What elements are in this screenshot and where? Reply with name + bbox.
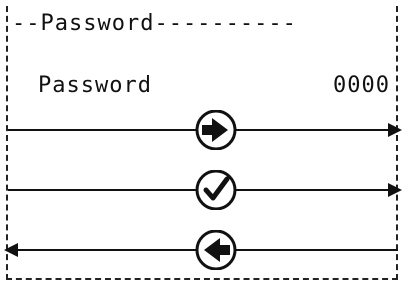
checkmark-circle-icon xyxy=(195,170,237,210)
arrow-left-circle-icon xyxy=(195,230,237,270)
password-label: Password xyxy=(38,73,152,98)
page-title: --Password---------- xyxy=(12,11,297,36)
password-value[interactable]: 0000 xyxy=(333,72,390,100)
back-button[interactable] xyxy=(0,230,404,270)
confirm-button[interactable] xyxy=(0,170,404,210)
next-button[interactable] xyxy=(0,110,404,150)
password-field-row[interactable]: Password 0000 xyxy=(38,72,390,100)
arrow-right-circle-icon xyxy=(195,110,237,150)
